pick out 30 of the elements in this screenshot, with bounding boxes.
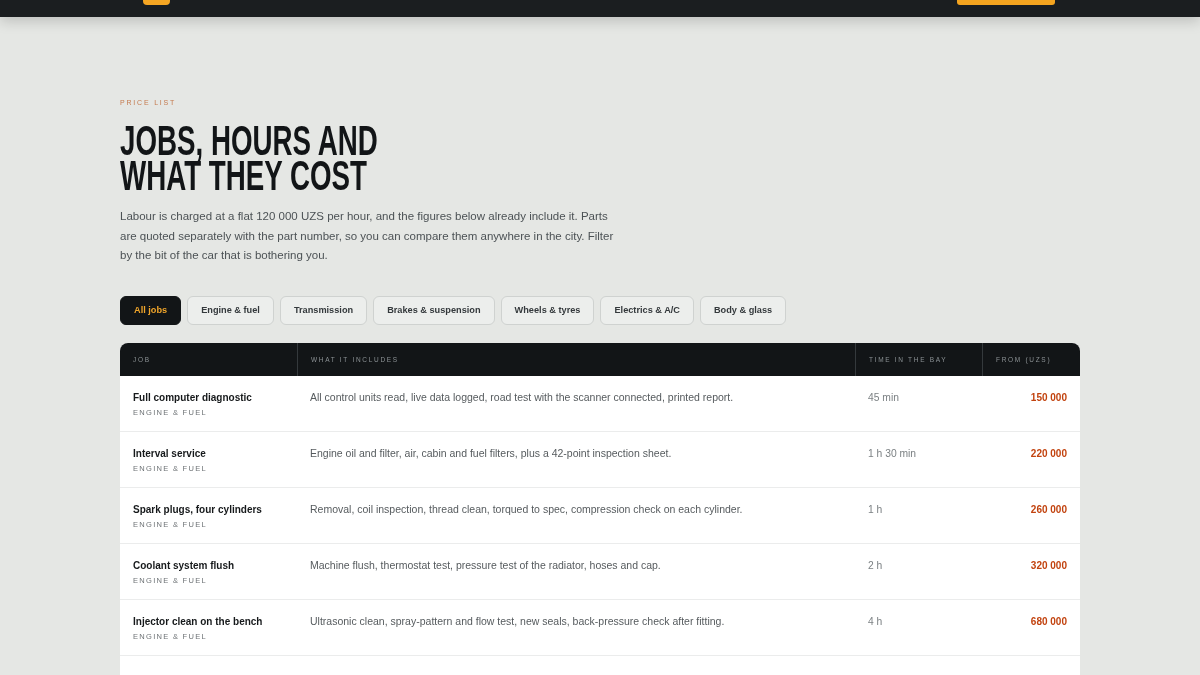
page-heading: JOBS, HOURS AND WHAT THEY COST [120, 123, 379, 193]
job-time: 4 h [868, 614, 884, 628]
job-time: 45 min [868, 390, 900, 404]
job-price: 320 000 [1029, 558, 1067, 572]
job-price: 260 000 [1029, 502, 1067, 516]
filter-tab[interactable]: Brakes & suspension [373, 295, 495, 325]
filter-tab[interactable]: Electrics & A/C [600, 295, 694, 325]
job-description: Machine flush, thermostat test, pressure test of the radiator, hoses and cap. [310, 558, 662, 572]
job-time: 1 h [868, 502, 884, 516]
job-name: Spark plugs, four cylinders [133, 502, 263, 516]
job-description: Engine oil and filter, air, cabin and fuel filters, plus a 42-point inspection sheet. [310, 446, 673, 460]
job-name: Coolant system flush [133, 558, 236, 572]
job-description: Removal, coil inspection, thread clean, torqued to spec, compression check on each cylinder. [310, 502, 744, 516]
filter-tab[interactable]: Engine & fuel [187, 295, 274, 325]
filter-tab[interactable]: Body & glass [700, 295, 787, 325]
filter-tab[interactable]: Transmission [279, 295, 368, 325]
job-name: Injector clean on the bench [133, 614, 264, 628]
job-description: Ultrasonic clean, spray-pattern and flow test, new seals, back-pressure check after fitting. [310, 614, 726, 628]
job-name: Interval service [133, 446, 207, 460]
job-price: 150 000 [1029, 390, 1067, 404]
logo-icon[interactable] [143, 0, 170, 5]
intro-paragraph: Labour is charged at a flat 120 000 UZS per hour, and the figures below already include it. Parts are quoted separately with the part number, so you can compare them anywhere in the city. Filter by the bit of the car that is bothering you. [120, 209, 615, 263]
job-price: 680 000 [1029, 614, 1067, 628]
filter-tab[interactable]: Wheels & tyres [500, 295, 595, 325]
job-time: 2 h [868, 558, 884, 572]
job-name: Full computer diagnostic [133, 390, 253, 404]
job-description: All control units read, live data logged, road test with the scanner connected, printed report. [310, 390, 735, 404]
filter-tab[interactable]: All jobs [120, 295, 182, 325]
job-time: 1 h 30 min [868, 446, 918, 460]
job-price: 220 000 [1029, 446, 1067, 460]
